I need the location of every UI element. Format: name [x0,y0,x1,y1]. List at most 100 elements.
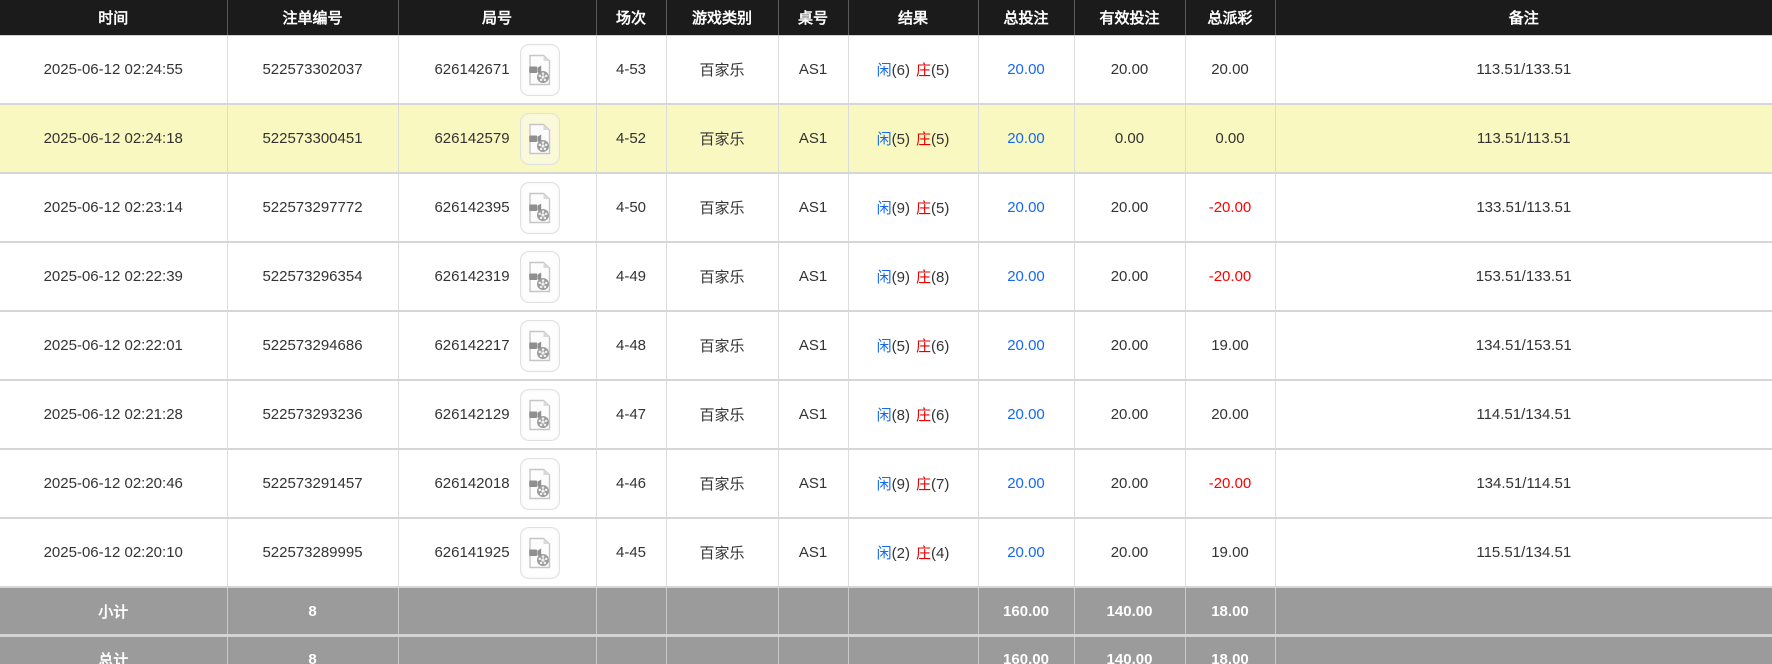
player-result-label: 闲 [876,476,892,493]
cell-session: 4-53 [596,35,667,105]
player-result-label: 闲 [876,269,892,286]
cell-table-no: AS1 [778,35,849,105]
cell-session: 4-46 [596,449,667,519]
cell-round: 626142579 [398,104,597,174]
cell-valid-bet: 20.00 [1074,173,1186,243]
bet-history-page: 时间 注单编号 局号 场次 游戏类别 桌号 结果 总投注 有效投注 总派彩 备注 2025-06-1… [0,0,1772,664]
cell-table-no: AS1 [778,311,849,381]
header-round: 局号 [398,0,597,36]
cell-game-type: 百家乐 [666,380,779,450]
player-result-points: (9) [891,200,910,217]
footer-row-grand-total: 总计 8 160.00 140.00 18.00 [0,634,1772,664]
footer-table-no [778,587,849,636]
film-file-icon [528,123,550,154]
cell-bet-id: 522573300451 [227,104,399,174]
table-row[interactable]: 2025-06-12 02:22:39 522573296354 6261423… [0,242,1772,312]
round-wrap: 626141925 [434,526,560,579]
video-replay-button[interactable] [519,526,560,579]
banker-result-points: (5) [931,200,950,217]
video-replay-button[interactable] [519,181,560,234]
banker-result-label: 庄 [916,131,932,148]
header-valid-bet: 有效投注 [1074,0,1186,36]
video-replay-button[interactable] [519,250,560,303]
footer-valid-bet: 140.00 [1074,587,1186,636]
cell-remark: 114.51/134.51 [1275,380,1772,450]
footer-game-type [666,634,779,664]
cell-remark: 153.51/133.51 [1275,242,1772,312]
cell-round: 626142129 [398,380,597,450]
banker-result-points: (8) [931,269,950,286]
cell-time: 2025-06-12 02:20:46 [0,449,228,519]
header-remark: 备注 [1275,0,1772,36]
footer-result [848,587,979,636]
footer-remark [1275,634,1772,664]
footer-label: 总计 [0,634,228,664]
player-result-points: (8) [891,407,910,424]
cell-session: 4-48 [596,311,667,381]
cell-time: 2025-06-12 02:22:39 [0,242,228,312]
cell-time: 2025-06-12 02:24:55 [0,35,228,105]
cell-valid-bet: 20.00 [1074,311,1186,381]
film-file-icon [528,192,550,223]
round-wrap: 626142319 [434,250,560,303]
footer-payout: 18.00 [1185,587,1276,636]
film-file-icon [528,54,550,85]
cell-game-type: 百家乐 [666,104,779,174]
table-row[interactable]: 2025-06-12 02:21:28 522573293236 6261421… [0,380,1772,450]
footer-game-type [666,587,779,636]
video-replay-button[interactable] [519,43,560,96]
footer-label: 小计 [0,587,228,636]
film-file-icon [528,468,550,499]
player-result-points: (2) [891,545,910,562]
footer-total-bet: 160.00 [978,587,1075,636]
cell-total-bet: 20.00 [978,380,1075,450]
round-wrap: 626142018 [434,457,560,510]
table-row[interactable]: 2025-06-12 02:24:18 522573300451 6261425… [0,104,1772,174]
table-row[interactable]: 2025-06-12 02:22:01 522573294686 6261422… [0,311,1772,381]
cell-session: 4-52 [596,104,667,174]
header-time: 时间 [0,0,228,36]
player-result-label: 闲 [876,338,892,355]
cell-result: 闲(9) 庄(8) [848,242,979,312]
cell-time: 2025-06-12 02:23:14 [0,173,228,243]
header-total-bet: 总投注 [978,0,1075,36]
header-table-no: 桌号 [778,0,849,36]
table-row[interactable]: 2025-06-12 02:20:10 522573289995 6261419… [0,518,1772,588]
video-replay-button[interactable] [519,388,560,441]
banker-result-points: (5) [931,62,950,79]
footer-round [398,634,597,664]
video-replay-button[interactable] [519,457,560,510]
player-result-points: (6) [891,62,910,79]
cell-total-bet: 20.00 [978,104,1075,174]
film-file-icon [528,399,550,430]
cell-game-type: 百家乐 [666,242,779,312]
cell-round: 626142395 [398,173,597,243]
cell-payout: -20.00 [1185,173,1276,243]
banker-result-points: (7) [931,476,950,493]
cell-payout: 0.00 [1185,104,1276,174]
cell-bet-id: 522573296354 [227,242,399,312]
round-number: 626142018 [434,475,510,492]
cell-game-type: 百家乐 [666,518,779,588]
footer-total-bet: 160.00 [978,634,1075,664]
cell-bet-id: 522573293236 [227,380,399,450]
video-replay-button[interactable] [519,319,560,372]
cell-total-bet: 20.00 [978,35,1075,105]
header-result: 结果 [848,0,979,36]
cell-session: 4-49 [596,242,667,312]
table-row[interactable]: 2025-06-12 02:20:46 522573291457 6261420… [0,449,1772,519]
cell-result: 闲(9) 庄(7) [848,449,979,519]
film-file-icon [528,537,550,568]
video-replay-button[interactable] [519,112,560,165]
table-row[interactable]: 2025-06-12 02:23:14 522573297772 6261423… [0,173,1772,243]
cell-result: 闲(5) 庄(6) [848,311,979,381]
table-row[interactable]: 2025-06-12 02:24:55 522573302037 6261426… [0,35,1772,105]
cell-round: 626142319 [398,242,597,312]
cell-bet-id: 522573302037 [227,35,399,105]
cell-total-bet: 20.00 [978,449,1075,519]
cell-time: 2025-06-12 02:24:18 [0,104,228,174]
round-wrap: 626142671 [434,43,560,96]
footer-payout: 18.00 [1185,634,1276,664]
player-result-points: (9) [891,269,910,286]
player-result-label: 闲 [876,131,892,148]
